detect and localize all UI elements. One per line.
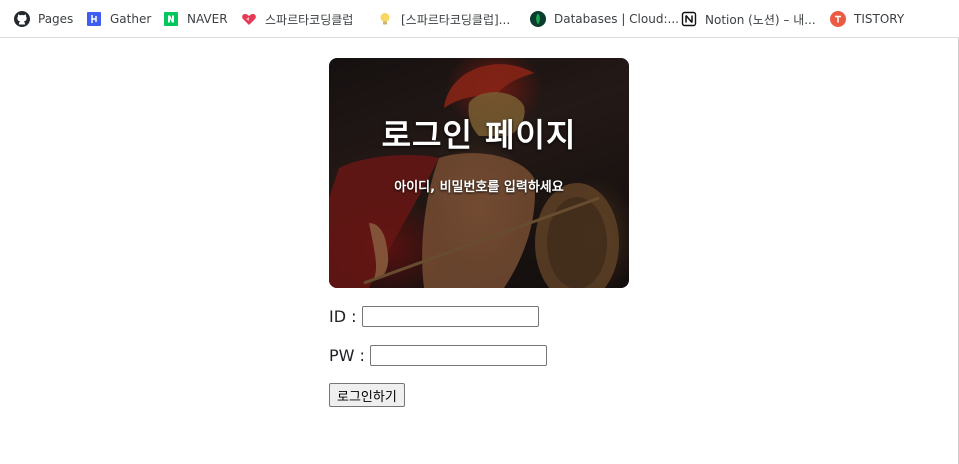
- bookmark-label: 스파르타코딩클럽: [265, 12, 354, 27]
- bookmark-notion[interactable]: Notion (노션) – 내...: [681, 9, 816, 29]
- lightbulb-icon: [377, 11, 393, 27]
- gather-icon: [86, 11, 102, 27]
- bookmark-naver[interactable]: NAVER: [163, 9, 228, 29]
- bookmark-label: Databases | Cloud:...: [554, 12, 679, 26]
- bookmark-label: Pages: [38, 12, 74, 26]
- tistory-icon: [830, 11, 846, 27]
- id-label: ID :: [329, 307, 357, 326]
- notion-icon: [681, 11, 697, 27]
- id-input[interactable]: [361, 306, 539, 327]
- bookmarks-bar: Pages Gather NAVER 스파르타코딩클럽 [스파르타코딩클럽]..…: [0, 0, 959, 38]
- bookmark-gather[interactable]: Gather: [86, 9, 151, 29]
- bookmark-tistory[interactable]: TISTORY: [830, 9, 904, 29]
- naver-icon: [163, 11, 179, 27]
- bookmark-label: NAVER: [187, 12, 228, 26]
- bookmark-label: Gather: [110, 12, 152, 26]
- pw-label: PW :: [329, 346, 365, 365]
- mongodb-leaf-icon: [530, 11, 546, 27]
- spartan-warrior-image: [329, 58, 629, 288]
- page-subtitle: 아이디, 비밀번호를 입력하세요: [394, 180, 564, 195]
- pw-row: PW :: [329, 345, 547, 366]
- bookmark-sparta[interactable]: 스파르타코딩클럽: [241, 9, 353, 29]
- bookmark-label: [스파르타코딩클럽]...: [401, 12, 511, 27]
- bookmark-pages[interactable]: Pages: [14, 9, 73, 29]
- bookmark-label: TISTORY: [854, 12, 905, 26]
- heart-icon: [241, 11, 257, 27]
- hero-banner: 로그인 페이지 아이디, 비밀번호를 입력하세요: [329, 58, 629, 288]
- github-icon: [14, 11, 30, 27]
- bookmark-mongodb[interactable]: Databases | Cloud:...: [530, 9, 679, 29]
- pw-input[interactable]: [369, 345, 547, 366]
- id-row: ID :: [329, 306, 539, 327]
- page-title: 로그인 페이지: [381, 116, 577, 154]
- login-button[interactable]: 로그인하기: [329, 383, 405, 407]
- bookmark-label: Notion (노션) – 내...: [705, 12, 816, 27]
- bookmark-sparta-lecture[interactable]: [스파르타코딩클럽]...: [377, 9, 510, 29]
